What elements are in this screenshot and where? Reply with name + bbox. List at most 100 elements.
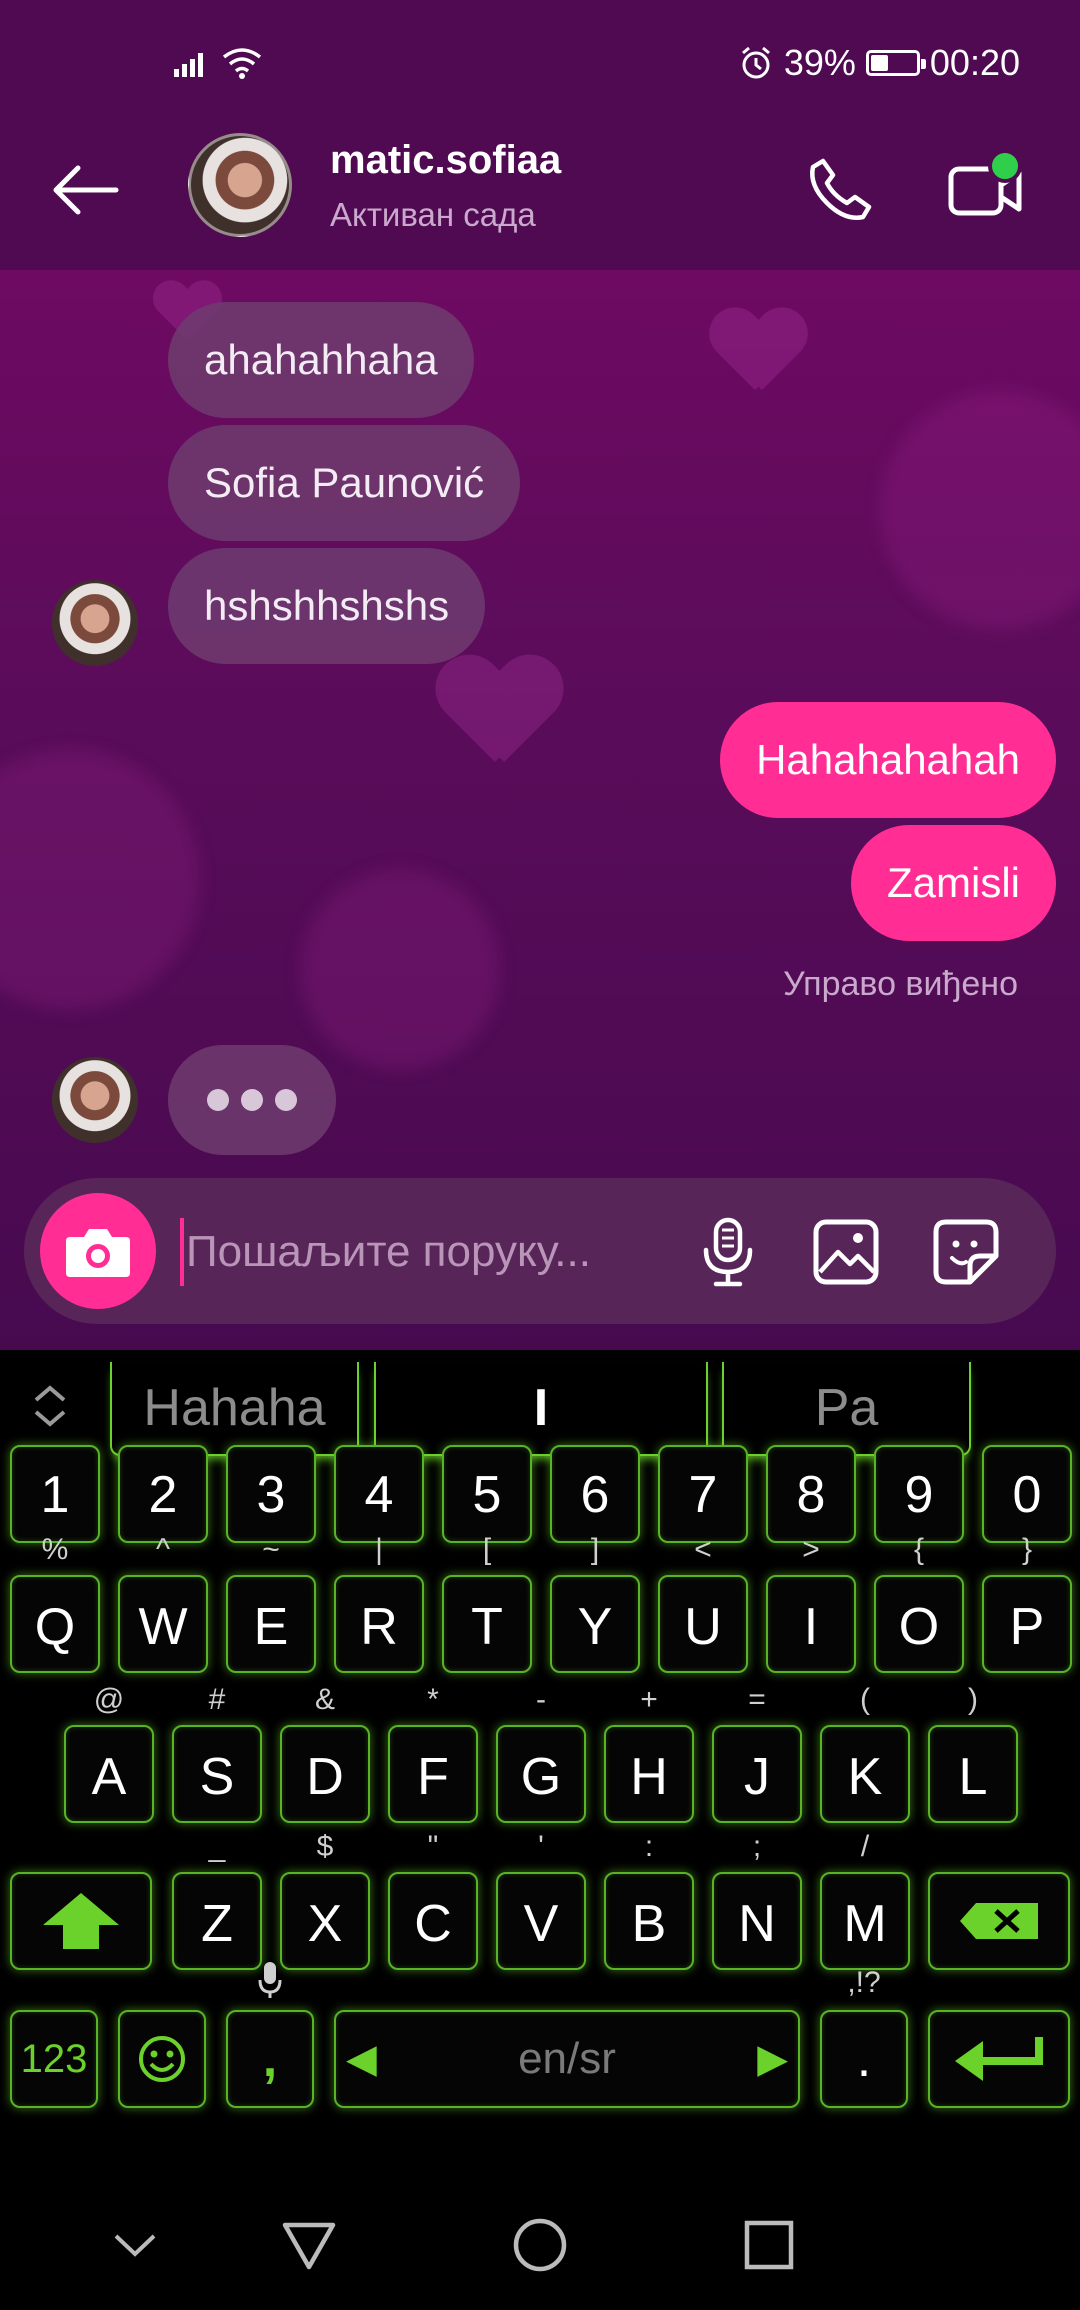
key-r[interactable]: R | xyxy=(334,1533,424,1673)
key-h[interactable]: H + xyxy=(604,1683,694,1823)
key-u[interactable]: U < xyxy=(658,1533,748,1673)
comma-key[interactable]: , xyxy=(226,1962,314,2108)
back-nav-button[interactable] xyxy=(274,2210,344,2280)
key-9[interactable]: 9 xyxy=(874,1445,964,1543)
key-p[interactable]: P} xyxy=(982,1533,1072,1673)
key-4[interactable]: 4 xyxy=(334,1445,424,1543)
enter-key[interactable] xyxy=(928,2010,1070,2108)
suggestion-1[interactable]: Hahaha xyxy=(110,1362,359,1456)
gallery-button[interactable] xyxy=(810,1216,882,1288)
key-q[interactable]: Q% xyxy=(10,1533,100,1673)
key-label: B xyxy=(631,1895,667,1953)
key-label: H xyxy=(630,1748,668,1806)
numbers-key[interactable]: 123 xyxy=(10,2010,98,2108)
key-n[interactable]: N; xyxy=(712,1830,802,1970)
key-m[interactable]: M / xyxy=(820,1830,910,1970)
outgoing-message[interactable]: Hahahahahah xyxy=(720,702,1056,818)
key-t[interactable]: T[ xyxy=(442,1533,532,1673)
alarm-icon xyxy=(741,46,770,79)
key-label: M xyxy=(843,1895,887,1953)
suggestion-3[interactable]: Pa xyxy=(722,1362,971,1456)
sender-avatar[interactable] xyxy=(52,580,138,666)
circle-home-icon xyxy=(513,2218,567,2272)
key-w[interactable]: W ^ xyxy=(118,1533,208,1673)
phone-icon xyxy=(810,158,872,220)
message-input[interactable] xyxy=(180,1218,668,1286)
status-right: 39% 00:20 xyxy=(738,38,1020,88)
incoming-message[interactable]: hshshhshshs xyxy=(168,548,486,664)
key-7[interactable]: 7 xyxy=(658,1445,748,1543)
key-f[interactable]: F * xyxy=(388,1683,478,1823)
key-a[interactable]: A @ xyxy=(64,1683,154,1823)
key-alt-label: ] xyxy=(590,1533,600,1566)
home-nav-button[interactable] xyxy=(505,2210,575,2280)
key-e[interactable]: E ~ xyxy=(226,1533,316,1673)
key-alt-label: | xyxy=(375,1533,383,1566)
key-k[interactable]: K( xyxy=(820,1683,910,1823)
key-label: V xyxy=(523,1895,559,1953)
voice-message-button[interactable] xyxy=(692,1216,764,1288)
key-alt-label: % xyxy=(41,1533,69,1566)
key-5[interactable]: 5 xyxy=(442,1445,532,1543)
typing-dot xyxy=(275,1089,297,1111)
typing-indicator xyxy=(168,1045,336,1155)
message-composer xyxy=(24,1178,1056,1324)
video-call-button[interactable] xyxy=(940,145,1030,235)
key-i[interactable]: I > xyxy=(766,1533,856,1673)
outgoing-message[interactable]: Zamisli xyxy=(851,825,1056,941)
emoji-key[interactable] xyxy=(118,2010,206,2108)
key-label: N xyxy=(738,1895,776,1953)
online-indicator xyxy=(988,149,1022,183)
shift-key[interactable] xyxy=(10,1872,152,1970)
sender-avatar[interactable] xyxy=(52,1057,138,1143)
key-3[interactable]: 3 xyxy=(226,1445,316,1543)
microphone-icon xyxy=(703,1217,753,1287)
comma-label: , xyxy=(262,2030,278,2088)
key-8[interactable]: 8 xyxy=(766,1445,856,1543)
key-0[interactable]: 0 xyxy=(982,1445,1072,1543)
key-label: F xyxy=(417,1748,449,1806)
square-recents-icon xyxy=(744,2220,794,2270)
sticker-icon xyxy=(933,1219,999,1285)
key-label: O xyxy=(898,1598,940,1656)
key-o[interactable]: O{ xyxy=(874,1533,964,1673)
key-z[interactable]: Z _ xyxy=(172,1830,262,1970)
key-v[interactable]: V ' xyxy=(496,1830,586,1970)
key-l[interactable]: L) xyxy=(928,1683,1018,1823)
incoming-message[interactable]: ahahahhaha xyxy=(168,302,474,418)
key-b[interactable]: B: xyxy=(604,1830,694,1970)
key-d[interactable]: D & xyxy=(280,1683,370,1823)
key-x[interactable]: X $ xyxy=(280,1830,370,1970)
voice-call-button[interactable] xyxy=(795,145,885,235)
key-c[interactable]: C " xyxy=(388,1830,478,1970)
key-1[interactable]: 1 xyxy=(10,1445,100,1543)
key-g[interactable]: G- xyxy=(496,1683,586,1823)
recents-nav-button[interactable] xyxy=(734,2210,804,2280)
camera-button[interactable] xyxy=(40,1193,156,1309)
expand-toolbar-icon[interactable] xyxy=(28,1380,72,1432)
space-key[interactable]: ◀ en/sr ▶ xyxy=(334,2010,800,2108)
signal-icon xyxy=(174,53,203,77)
key-j[interactable]: J = xyxy=(712,1683,802,1823)
key-2[interactable]: 2 xyxy=(118,1445,208,1543)
key-alt-label: * xyxy=(427,1683,439,1716)
clock: 00:20 xyxy=(929,42,1020,83)
key-alt-label: ^ xyxy=(155,1533,171,1566)
sticker-button[interactable] xyxy=(930,1216,1002,1288)
contact-avatar[interactable] xyxy=(188,133,292,237)
hide-keyboard-button[interactable] xyxy=(100,2210,170,2280)
key-s[interactable]: S # xyxy=(172,1683,262,1823)
suggestion-bar: Hahaha I Pa xyxy=(0,1350,1080,1460)
contact-name[interactable]: matic.sofiaa xyxy=(330,138,561,183)
suggestion-2[interactable]: I xyxy=(374,1362,708,1456)
incoming-message[interactable]: Sofia Paunović xyxy=(168,425,521,541)
key-alt-label: ( xyxy=(860,1683,870,1716)
battery-icon xyxy=(865,50,926,76)
back-button[interactable] xyxy=(40,150,128,230)
period-key[interactable]: ,!?. xyxy=(820,1966,908,2108)
key-y[interactable]: Y] xyxy=(550,1533,640,1673)
key-label: 3 xyxy=(256,1466,286,1524)
key-6[interactable]: 6 xyxy=(550,1445,640,1543)
camera-icon xyxy=(66,1229,130,1277)
backspace-key[interactable] xyxy=(928,1872,1070,1970)
